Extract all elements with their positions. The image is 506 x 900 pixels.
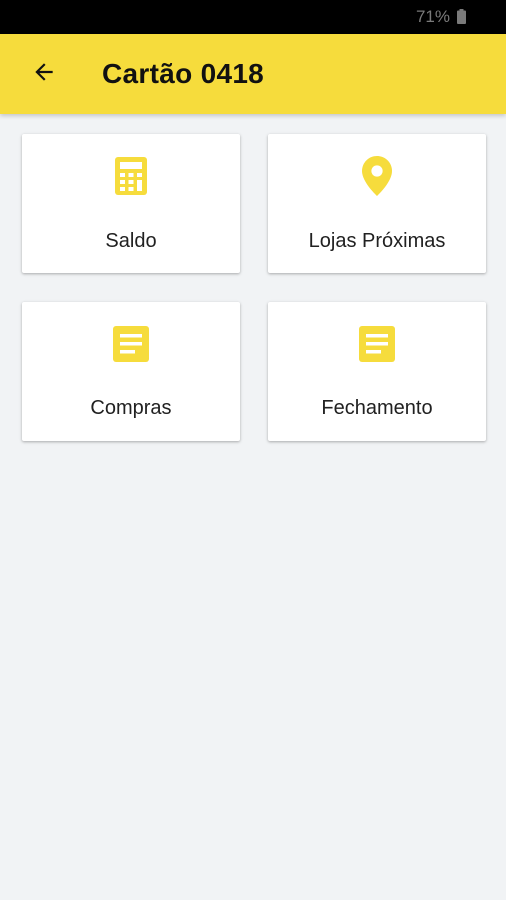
back-button[interactable] (24, 54, 64, 94)
page-title: Cartão 0418 (102, 58, 265, 89)
calculator-icon (111, 154, 151, 198)
document-icon (111, 322, 151, 366)
lojas-proximas-card[interactable]: Lojas Próximas (268, 134, 486, 273)
lojas-proximas-label: Lojas Próximas (308, 230, 446, 252)
document-icon (357, 322, 397, 366)
fechamento-label: Fechamento (321, 397, 433, 419)
app-bar: Cartão 0418 (0, 34, 506, 114)
compras-card[interactable]: Compras (22, 302, 240, 441)
compras-label: Compras (90, 397, 172, 419)
saldo-label: Saldo (105, 230, 157, 252)
fechamento-card[interactable]: Fechamento (268, 302, 486, 441)
location-pin-icon (357, 154, 397, 198)
arrow-back-icon (31, 59, 57, 90)
saldo-card[interactable]: Saldo (22, 134, 240, 273)
battery-percentage: 71% (415, 7, 450, 26)
battery-icon (457, 9, 466, 24)
status-bar: 71% (0, 0, 506, 34)
